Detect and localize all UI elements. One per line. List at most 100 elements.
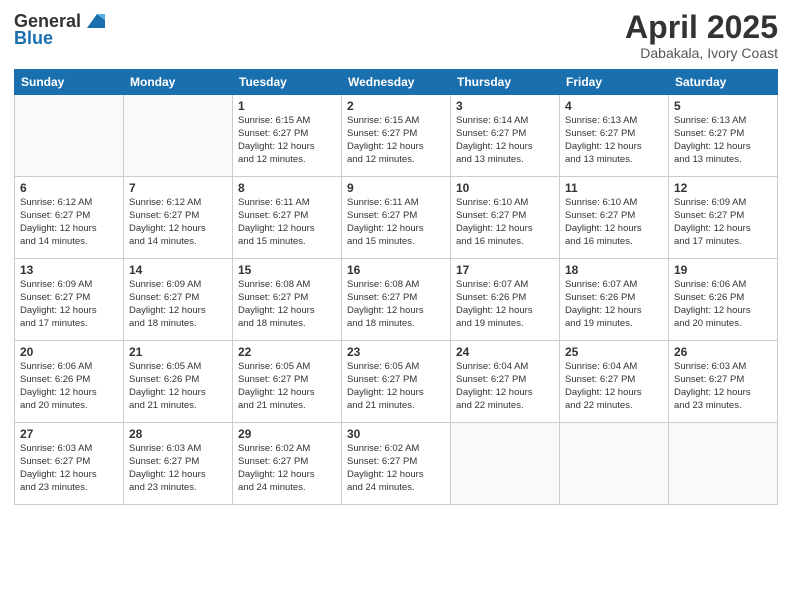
calendar-cell [669, 423, 778, 505]
calendar-cell: 12Sunrise: 6:09 AM Sunset: 6:27 PM Dayli… [669, 177, 778, 259]
day-number: 14 [129, 263, 227, 277]
day-number: 5 [674, 99, 772, 113]
day-number: 11 [565, 181, 663, 195]
day-number: 22 [238, 345, 336, 359]
day-number: 21 [129, 345, 227, 359]
day-number: 8 [238, 181, 336, 195]
calendar-cell [124, 95, 233, 177]
weekday-header: Wednesday [342, 70, 451, 95]
day-info: Sunrise: 6:05 AM Sunset: 6:27 PM Dayligh… [347, 361, 445, 412]
day-number: 24 [456, 345, 554, 359]
calendar-cell: 29Sunrise: 6:02 AM Sunset: 6:27 PM Dayli… [233, 423, 342, 505]
day-info: Sunrise: 6:03 AM Sunset: 6:27 PM Dayligh… [129, 443, 227, 494]
calendar-cell: 17 Sunrise: 6:07 AM Sunset: 6:26 PM Dayli… [451, 259, 560, 341]
day-number: 4 [565, 99, 663, 113]
calendar-cell: 5 Sunrise: 6:13 AM Sunset: 6:27 PM Daylig… [669, 95, 778, 177]
calendar-cell: 19Sunrise: 6:06 AM Sunset: 6:26 PM Dayli… [669, 259, 778, 341]
calendar-cell: 22 Sunrise: 6:05 AM Sunset: 6:27 PM Dayli… [233, 341, 342, 423]
calendar-cell: 27 Sunrise: 6:03 AM Sunset: 6:27 PM Dayli… [15, 423, 124, 505]
calendar-week-row: 6Sunrise: 6:12 AM Sunset: 6:27 PM Daylig… [15, 177, 778, 259]
calendar-cell: 9 Sunrise: 6:11 AM Sunset: 6:27 PM Daylig… [342, 177, 451, 259]
day-number: 25 [565, 345, 663, 359]
day-info: Sunrise: 6:02 AM Sunset: 6:27 PM Dayligh… [238, 443, 336, 494]
day-number: 18 [565, 263, 663, 277]
calendar-cell: 2Sunrise: 6:15 AM Sunset: 6:27 PM Daylig… [342, 95, 451, 177]
weekday-header: Saturday [669, 70, 778, 95]
day-info: Sunrise: 6:11 AM Sunset: 6:27 PM Dayligh… [347, 197, 445, 248]
day-number: 28 [129, 427, 227, 441]
calendar-cell: 8 Sunrise: 6:11 AM Sunset: 6:27 PM Daylig… [233, 177, 342, 259]
day-info: Sunrise: 6:10 AM Sunset: 6:27 PM Dayligh… [565, 197, 663, 248]
logo-blue-text: Blue [14, 28, 53, 49]
day-number: 20 [20, 345, 118, 359]
weekday-header: Sunday [15, 70, 124, 95]
location-title: Dabakala, Ivory Coast [625, 45, 778, 61]
day-info: Sunrise: 6:13 AM Sunset: 6:27 PM Dayligh… [674, 115, 772, 166]
day-info: Sunrise: 6:04 AM Sunset: 6:27 PM Dayligh… [565, 361, 663, 412]
day-number: 15 [238, 263, 336, 277]
calendar-cell: 1 Sunrise: 6:15 AM Sunset: 6:27 PM Daylig… [233, 95, 342, 177]
day-info: Sunrise: 6:03 AM Sunset: 6:27 PM Dayligh… [20, 443, 118, 494]
day-info: Sunrise: 6:09 AM Sunset: 6:27 PM Dayligh… [129, 279, 227, 330]
day-info: Sunrise: 6:12 AM Sunset: 6:27 PM Dayligh… [20, 197, 118, 248]
day-number: 27 [20, 427, 118, 441]
weekday-header: Monday [124, 70, 233, 95]
day-number: 13 [20, 263, 118, 277]
calendar-cell: 14 Sunrise: 6:09 AM Sunset: 6:27 PM Dayli… [124, 259, 233, 341]
day-number: 12 [674, 181, 772, 195]
day-info: Sunrise: 6:06 AM Sunset: 6:26 PM Dayligh… [674, 279, 772, 330]
weekday-header: Friday [560, 70, 669, 95]
day-info: Sunrise: 6:06 AM Sunset: 6:26 PM Dayligh… [20, 361, 118, 412]
day-number: 1 [238, 99, 336, 113]
day-info: Sunrise: 6:04 AM Sunset: 6:27 PM Dayligh… [456, 361, 554, 412]
calendar-cell [15, 95, 124, 177]
day-info: Sunrise: 6:08 AM Sunset: 6:27 PM Dayligh… [238, 279, 336, 330]
calendar-week-row: 27 Sunrise: 6:03 AM Sunset: 6:27 PM Dayli… [15, 423, 778, 505]
header-right: April 2025 Dabakala, Ivory Coast [625, 10, 778, 61]
day-info: Sunrise: 6:07 AM Sunset: 6:26 PM Dayligh… [565, 279, 663, 330]
month-title: April 2025 [625, 10, 778, 45]
page: General Blue April 2025 Dabakala, Ivory … [0, 0, 792, 612]
calendar-cell: 26 Sunrise: 6:03 AM Sunset: 6:27 PM Dayli… [669, 341, 778, 423]
day-info: Sunrise: 6:11 AM Sunset: 6:27 PM Dayligh… [238, 197, 336, 248]
day-number: 16 [347, 263, 445, 277]
calendar-cell: 15 Sunrise: 6:08 AM Sunset: 6:27 PM Dayli… [233, 259, 342, 341]
calendar-cell: 16Sunrise: 6:08 AM Sunset: 6:27 PM Dayli… [342, 259, 451, 341]
header: General Blue April 2025 Dabakala, Ivory … [14, 10, 778, 61]
calendar-cell: 21Sunrise: 6:05 AM Sunset: 6:26 PM Dayli… [124, 341, 233, 423]
calendar-cell: 7 Sunrise: 6:12 AM Sunset: 6:27 PM Daylig… [124, 177, 233, 259]
calendar-week-row: 13 Sunrise: 6:09 AM Sunset: 6:27 PM Dayli… [15, 259, 778, 341]
day-number: 17 [456, 263, 554, 277]
weekday-header: Tuesday [233, 70, 342, 95]
day-number: 3 [456, 99, 554, 113]
calendar-cell: 20 Sunrise: 6:06 AM Sunset: 6:26 PM Dayli… [15, 341, 124, 423]
day-info: Sunrise: 6:02 AM Sunset: 6:27 PM Dayligh… [347, 443, 445, 494]
day-number: 30 [347, 427, 445, 441]
calendar-cell [451, 423, 560, 505]
day-number: 26 [674, 345, 772, 359]
calendar-cell: 11 Sunrise: 6:10 AM Sunset: 6:27 PM Dayli… [560, 177, 669, 259]
calendar-cell: 24 Sunrise: 6:04 AM Sunset: 6:27 PM Dayli… [451, 341, 560, 423]
day-info: Sunrise: 6:14 AM Sunset: 6:27 PM Dayligh… [456, 115, 554, 166]
day-info: Sunrise: 6:05 AM Sunset: 6:27 PM Dayligh… [238, 361, 336, 412]
calendar-cell: 23 Sunrise: 6:05 AM Sunset: 6:27 PM Dayli… [342, 341, 451, 423]
day-info: Sunrise: 6:09 AM Sunset: 6:27 PM Dayligh… [20, 279, 118, 330]
day-info: Sunrise: 6:10 AM Sunset: 6:27 PM Dayligh… [456, 197, 554, 248]
day-number: 2 [347, 99, 445, 113]
day-info: Sunrise: 6:07 AM Sunset: 6:26 PM Dayligh… [456, 279, 554, 330]
day-info: Sunrise: 6:12 AM Sunset: 6:27 PM Dayligh… [129, 197, 227, 248]
day-info: Sunrise: 6:15 AM Sunset: 6:27 PM Dayligh… [238, 115, 336, 166]
weekday-header: Thursday [451, 70, 560, 95]
day-number: 7 [129, 181, 227, 195]
logo: General Blue [14, 10, 105, 49]
calendar-week-row: 20 Sunrise: 6:06 AM Sunset: 6:26 PM Dayli… [15, 341, 778, 423]
calendar-cell: 25 Sunrise: 6:04 AM Sunset: 6:27 PM Dayli… [560, 341, 669, 423]
day-info: Sunrise: 6:03 AM Sunset: 6:27 PM Dayligh… [674, 361, 772, 412]
calendar-cell: 10 Sunrise: 6:10 AM Sunset: 6:27 PM Dayli… [451, 177, 560, 259]
day-number: 10 [456, 181, 554, 195]
day-info: Sunrise: 6:13 AM Sunset: 6:27 PM Dayligh… [565, 115, 663, 166]
day-number: 9 [347, 181, 445, 195]
calendar-header-row: SundayMondayTuesdayWednesdayThursdayFrid… [15, 70, 778, 95]
day-number: 23 [347, 345, 445, 359]
calendar-cell: 6Sunrise: 6:12 AM Sunset: 6:27 PM Daylig… [15, 177, 124, 259]
